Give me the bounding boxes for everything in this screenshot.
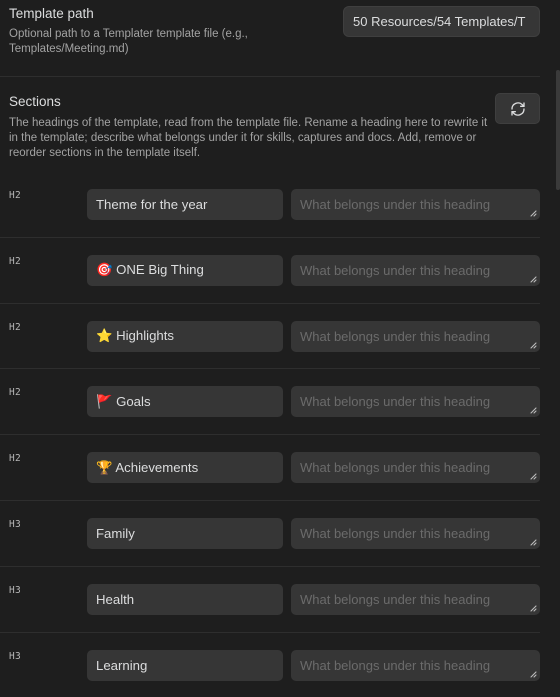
heading-description-field (291, 649, 540, 681)
sections-label: Sections (9, 94, 61, 109)
heading-level-label: H2 (9, 321, 22, 333)
heading-description-input[interactable] (291, 649, 540, 681)
heading-level-label: H3 (9, 650, 22, 662)
heading-name-input[interactable] (87, 386, 283, 418)
heading-description-input[interactable] (291, 254, 540, 286)
heading-level-label: H2 (9, 255, 22, 267)
sections-setting: Sections The headings of the template, r… (0, 77, 540, 173)
section-row: H2 (0, 304, 540, 370)
heading-description-input[interactable] (291, 517, 540, 549)
heading-description-input[interactable] (291, 386, 540, 418)
heading-name-input[interactable] (87, 320, 283, 352)
heading-description-field (291, 386, 540, 418)
section-row: H3 (0, 501, 540, 567)
heading-description-field (291, 517, 540, 549)
scrollbar-thumb[interactable] (556, 70, 560, 190)
sections-description: The headings of the template, read from … (9, 117, 488, 159)
heading-description-input[interactable] (291, 452, 540, 484)
section-row: H3 (0, 633, 540, 697)
heading-level-label: H3 (9, 518, 22, 530)
refresh-icon (510, 101, 525, 116)
heading-level-label: H2 (9, 453, 22, 465)
heading-description-input[interactable] (291, 320, 540, 352)
heading-name-input[interactable] (87, 517, 283, 549)
section-row: H3 (0, 567, 540, 633)
section-row: H2 (0, 238, 540, 304)
heading-name-input[interactable] (87, 254, 283, 286)
template-path-description: Optional path to a Templater template fi… (9, 28, 248, 55)
heading-level-label: H2 (9, 190, 22, 201)
refresh-sections-button[interactable] (495, 93, 540, 124)
template-path-setting: Template path Optional path to a Templat… (0, 0, 540, 77)
section-row: H2 (0, 435, 540, 501)
heading-level-label: H3 (9, 584, 22, 596)
heading-description-input[interactable] (291, 583, 540, 615)
section-row: H2 (0, 172, 540, 238)
heading-name-input[interactable] (87, 649, 283, 681)
heading-name-input[interactable] (87, 583, 283, 615)
section-row: H2 (0, 369, 540, 436)
heading-level-label: H2 (9, 387, 22, 399)
heading-description-field (291, 452, 540, 484)
heading-name-input[interactable] (87, 452, 283, 484)
section-list: H2 H2 H2 H2 H2 H3 H3 H3 (0, 172, 540, 697)
template-path-input[interactable] (343, 6, 540, 37)
template-path-label: Template path (9, 6, 94, 21)
heading-description-field (291, 254, 540, 286)
heading-description-field (291, 320, 540, 352)
heading-description-input[interactable] (291, 189, 540, 220)
heading-description-field (291, 189, 540, 220)
heading-description-field (291, 583, 540, 615)
heading-name-input[interactable] (87, 189, 283, 220)
